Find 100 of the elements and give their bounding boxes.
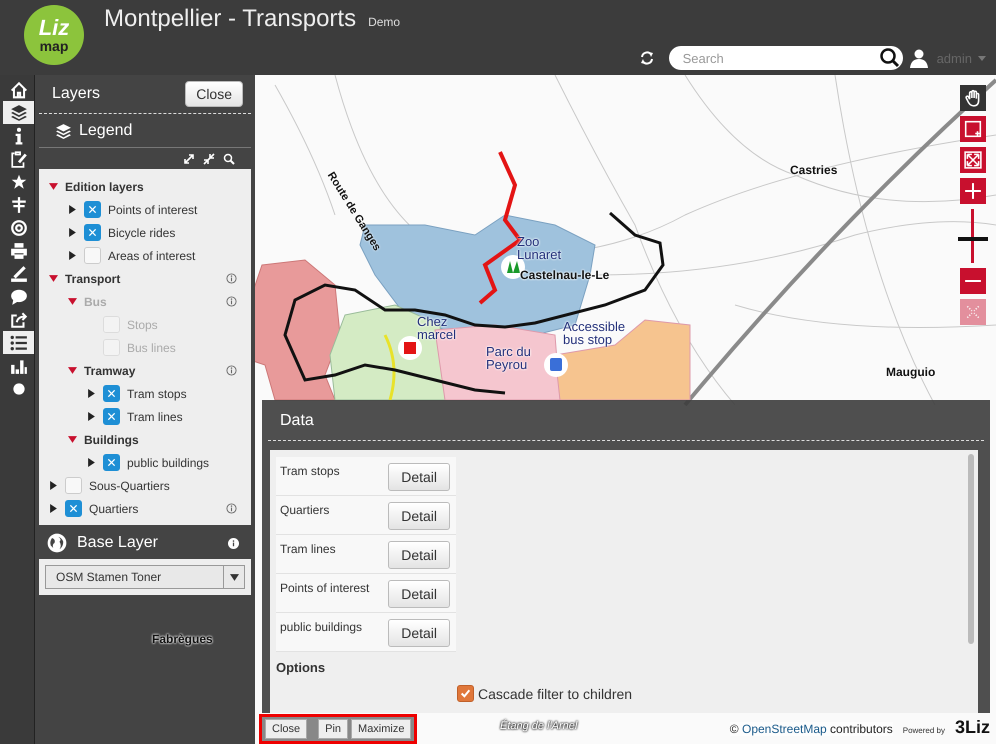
group-label: Tramway (84, 364, 136, 378)
search-field[interactable]: Search (668, 46, 903, 70)
caret-right-icon[interactable] (49, 481, 58, 490)
caret-icon (978, 56, 986, 60)
plus-icon (964, 182, 982, 200)
layer-checkbox[interactable] (103, 385, 120, 402)
detail-button[interactable]: Detail (388, 502, 450, 530)
layer-label: Points of interest (108, 202, 198, 216)
checkbox-label: Cascade filter to children (478, 686, 632, 702)
map-label: Castelnau-le-Le (520, 268, 610, 282)
user-icon (908, 48, 929, 68)
caret-right-icon[interactable] (49, 504, 58, 513)
group-label: Bus (84, 294, 107, 308)
map-label: Mauguio (886, 365, 936, 379)
map-control-button[interactable] (960, 85, 986, 111)
list-icon (10, 334, 28, 352)
house-icon (10, 80, 28, 98)
map-control-button[interactable] (960, 116, 986, 142)
panel-button[interactable]: Pin (318, 719, 348, 739)
caret-down-icon[interactable] (68, 435, 77, 444)
detail-button[interactable]: Detail (388, 463, 450, 491)
info-icon[interactable] (226, 273, 237, 284)
layers-icon (55, 122, 72, 140)
printer-icon (10, 242, 28, 260)
layer-name: public buildings (280, 619, 362, 634)
cross-icon (107, 458, 116, 467)
layer-checkbox[interactable] (65, 477, 82, 494)
detail-button[interactable]: Detail (388, 619, 450, 647)
map-label: Chez marcel (417, 315, 458, 341)
map-control-button[interactable] (960, 147, 986, 173)
info-icon[interactable] (228, 538, 239, 548)
layer-checkbox[interactable] (103, 408, 120, 425)
zoom-box-icon (964, 120, 982, 138)
panel-button[interactable]: Close (265, 719, 308, 739)
caret-right-icon[interactable] (68, 228, 77, 237)
layer-checkbox[interactable] (103, 454, 120, 471)
caret-down-icon[interactable] (68, 366, 77, 375)
layer-label: Tram stops (127, 386, 187, 400)
caret-right-icon[interactable] (87, 458, 96, 467)
close-button[interactable]: Close (185, 81, 243, 107)
layer-checkbox[interactable] (84, 247, 101, 264)
refresh-icon[interactable] (638, 50, 655, 66)
group-label: Edition layers (65, 180, 144, 194)
map-label: Accessible bus stop (563, 320, 625, 346)
app-subtitle: Demo (368, 15, 400, 29)
zoom-icon[interactable] (223, 153, 235, 165)
caret-down-icon (230, 574, 238, 580)
options-title: Options (276, 660, 326, 675)
panel-button[interactable]: Maximize (351, 719, 412, 739)
caret-right-icon[interactable] (87, 412, 96, 421)
caret-right-icon[interactable] (87, 389, 96, 398)
map-label: Parc du Peyrou (486, 345, 532, 371)
osm-link[interactable]: OpenStreetMap (742, 722, 827, 736)
info-icon[interactable] (226, 365, 237, 376)
layer-checkbox[interactable] (84, 224, 101, 241)
layer-name: Tram lines (280, 541, 336, 556)
cross-icon (88, 205, 97, 214)
star-icon (10, 172, 28, 190)
cascade-checkbox[interactable] (457, 685, 474, 702)
base-layer-select[interactable]: OSM Stamen Toner (45, 565, 245, 589)
sidebar-tool-button[interactable] (3, 331, 34, 354)
caret-right-icon[interactable] (68, 205, 77, 214)
collapse-icon[interactable] (203, 153, 215, 165)
speech-bubble-icon (10, 288, 28, 306)
layer-label: public buildings (127, 456, 210, 470)
layer-checkbox[interactable] (65, 500, 82, 517)
caret-down-icon[interactable] (49, 182, 58, 191)
detail-button[interactable]: Detail (388, 541, 450, 569)
logo-text: Liz (38, 17, 70, 39)
layer-name: Quartiers (280, 502, 330, 517)
info-icon[interactable] (226, 503, 237, 514)
layer-label: Tram lines (127, 410, 183, 424)
map-control-button[interactable] (960, 268, 986, 294)
map-control-button[interactable] (960, 178, 986, 204)
layer-checkbox[interactable] (84, 201, 101, 218)
layer-label: Quartiers (89, 502, 138, 516)
expand-icon[interactable] (183, 153, 195, 165)
cross-icon (107, 412, 116, 421)
legend-title: Legend (79, 122, 132, 140)
search-icon[interactable] (880, 48, 900, 68)
caret-down-icon[interactable] (49, 274, 58, 283)
hand-icon (964, 89, 982, 107)
zoom-slider[interactable] (958, 209, 988, 263)
checkmark-icon (460, 688, 471, 699)
detail-button[interactable]: Detail (388, 580, 450, 608)
slider-thumb[interactable] (958, 237, 988, 242)
logo-text: map (40, 39, 68, 53)
target-icon (10, 218, 28, 236)
sidebar-tool-button[interactable] (3, 101, 34, 124)
layer-label: Areas of interest (108, 248, 196, 262)
layer-label: Sous-Quartiers (89, 478, 170, 492)
group-label: Buildings (84, 432, 139, 446)
brand-logo: 3Liz (954, 717, 990, 738)
bus-marker-icon[interactable] (544, 353, 568, 377)
history-icon (964, 303, 982, 321)
caret-right-icon[interactable] (68, 251, 77, 260)
base-layer-title: Base Layer (77, 534, 159, 552)
cross-icon (88, 228, 97, 237)
panel-title: Layers (52, 85, 100, 103)
cross-icon (107, 389, 116, 398)
